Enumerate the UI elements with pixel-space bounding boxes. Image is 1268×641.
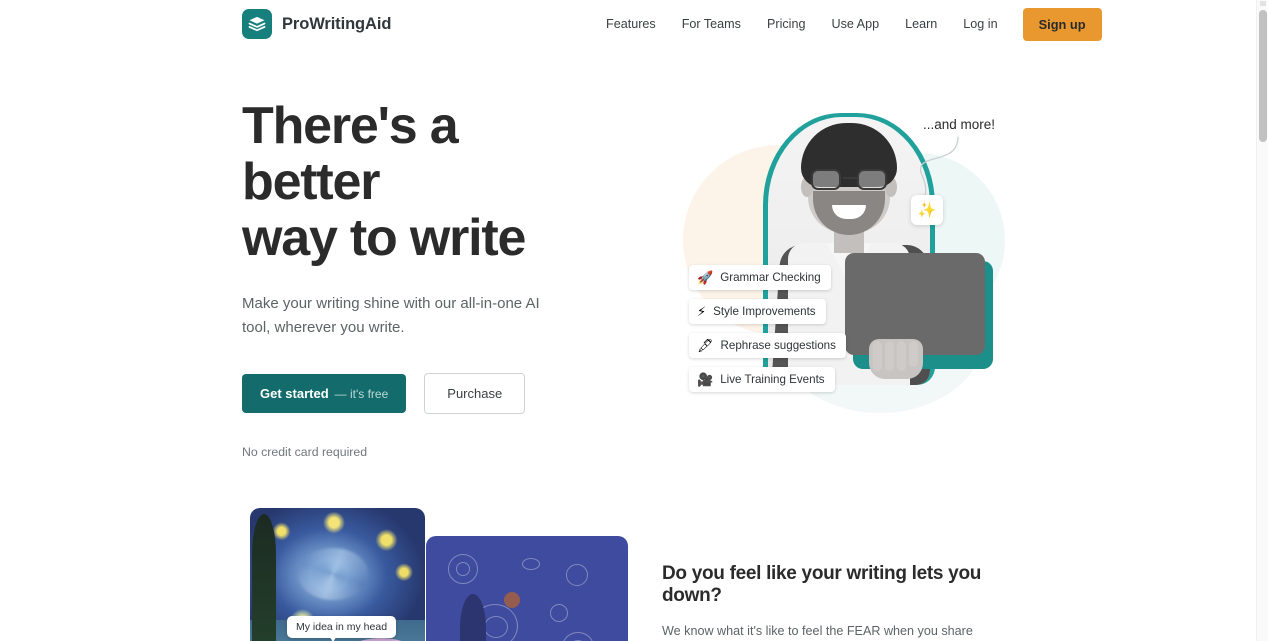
simplified-painting-card [426,536,628,641]
page-root: ProWritingAid Features For Teams Pricing… [0,0,1268,641]
cypress-shape [460,594,486,641]
swirl-shape [550,604,568,622]
hero-illustration: ...and more! ✨ 🚀 Grammar Checking ⚡ Styl… [655,103,1045,443]
feature-chip-style-improvements[interactable]: ⚡ Style Improvements [689,299,826,324]
feature-chip-live-training-events[interactable]: 🎥 Live Training Events [689,367,835,392]
finger [909,341,918,367]
purchase-button[interactable]: Purchase [424,372,526,414]
feature-chip-label: Grammar Checking [720,271,821,284]
feature-chip-list: 🚀 Grammar Checking ⚡ Style Improvements … [689,265,869,401]
finger [897,341,906,371]
glasses-lens-right [857,169,887,190]
scrollbar-top-cap [1260,1,1266,6]
pen-icon: 🖋 [697,338,714,353]
nav-item-pricing[interactable]: Pricing [754,11,819,37]
glasses-lens-left [811,169,841,190]
get-started-label: Get started [260,385,329,401]
nav-item-use-app[interactable]: Use App [818,11,892,37]
idea-vs-reality-artwork: My idea in my head [242,498,628,641]
finger [873,341,882,371]
brand-name: ProWritingAid [282,14,392,33]
prowritingaid-logo-icon [242,9,272,39]
and-more-label: ...and more! [923,117,996,132]
feature-chip-grammar-checking[interactable]: 🚀 Grammar Checking [689,265,831,290]
orange-dot [504,592,520,608]
page-title: There's a better way to write [242,97,592,268]
feature-chip-rephrase-suggestions[interactable]: 🖋 Rephrase suggestions [689,333,846,358]
hero-copy: There's a better way to write Make your … [242,98,592,459]
starry-swirl [298,548,368,600]
person-hand [869,339,923,379]
nav-item-features[interactable]: Features [600,11,669,37]
section2-copy: Do you feel like your writing lets you d… [662,563,1022,641]
feature-chip-label: Live Training Events [720,373,825,386]
get-started-sublabel: — it's free [334,386,389,401]
swirl-shape [522,558,540,570]
get-started-button[interactable]: Get started — it's free [242,373,407,413]
sparkle-icon: ✨ [911,195,943,225]
swirl-shape [456,562,470,576]
rocket-icon: 🚀 [697,270,714,285]
feature-chip-label: Style Improvements [713,305,816,318]
sparkle-glyph: ✨ [917,202,937,219]
finger [885,341,894,371]
hero-cta-group: Get started — it's free Purchase [242,372,592,414]
writing-lets-you-down-section: My idea in my head Do you feel like your… [0,468,1256,641]
video-camera-icon: 🎥 [697,372,714,387]
glasses-icon [808,169,890,191]
page-scrollbar[interactable] [1256,0,1268,641]
swirl-shape [566,564,588,586]
site-header: ProWritingAid Features For Teams Pricing… [0,0,1256,48]
main-nav: Features For Teams Pricing Use App Learn… [600,0,1102,48]
idea-chip-tail [328,634,338,641]
section2-title: Do you feel like your writing lets you d… [662,563,982,606]
section2-body: We know what it's like to feel the FEAR … [662,624,973,638]
hero-title-line-2: way to write [242,209,526,268]
sign-up-button[interactable]: Sign up [1022,7,1102,41]
idea-in-my-head-label: My idea in my head [287,616,397,638]
feature-chip-label: Rephrase suggestions [720,339,836,352]
nav-item-learn[interactable]: Learn [892,11,950,37]
starry-cypress [252,514,276,641]
brand-logo-link[interactable]: ProWritingAid [242,9,391,39]
glasses-bridge [843,177,857,180]
hero-section: There's a better way to write Make your … [0,48,1256,468]
swirl-shape [484,616,508,638]
lightning-icon: ⚡ [697,304,707,319]
hero-subtitle: Make your writing shine with our all-in-… [242,295,540,336]
no-credit-card-note: No credit card required [242,444,368,459]
scrollbar-thumb[interactable] [1259,10,1267,142]
hero-title-line-1: There's a better [242,97,459,212]
nav-item-log-in[interactable]: Log in [950,11,1010,37]
nav-item-for-teams[interactable]: For Teams [669,11,754,37]
